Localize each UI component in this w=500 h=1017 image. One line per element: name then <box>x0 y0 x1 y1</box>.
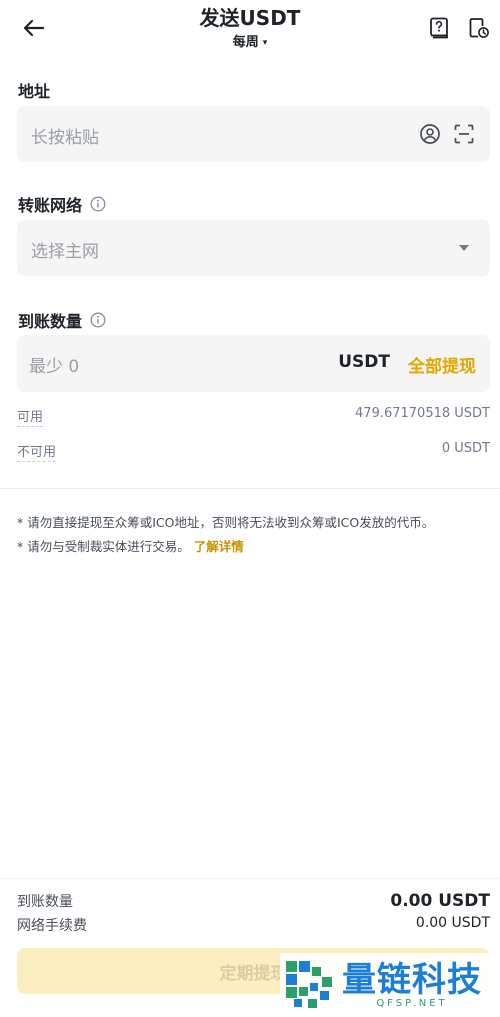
note-sanctions: * 请勿与受制裁实体进行交易。 了解详情 <box>17 535 490 559</box>
frequency-label: 每周 <box>232 35 259 50</box>
network-fee-label: 网络手续费 <box>17 918 87 934</box>
watermark-text: 量链科技 <box>342 959 482 1000</box>
address-book-icon[interactable] <box>418 122 442 146</box>
available-row: 可用 479.67170518 USDT <box>17 406 490 427</box>
amount-label-text: 到账数量 <box>18 312 83 331</box>
address-label-text: 地址 <box>18 82 51 101</box>
watermark-domain: QFSP.NET <box>376 997 448 1009</box>
network-fee-value: 0.00 USDT <box>415 915 490 931</box>
network-fee-row: 网络手续费 0.00 USDT <box>17 915 490 937</box>
caret-down-icon <box>452 236 476 260</box>
info-icon[interactable] <box>90 312 106 328</box>
network-placeholder: 选择主网 <box>31 242 99 262</box>
unavailable-row: 不可用 0 USDT <box>17 441 490 462</box>
note-sanctions-text: * 请勿与受制裁实体进行交易。 <box>17 539 190 554</box>
receive-amount-label: 到账数量 <box>17 894 73 910</box>
warning-notes: * 请勿直接提现至众筹或ICO地址，否则将无法收到众筹或ICO发放的代币。 * … <box>17 511 490 559</box>
info-icon[interactable] <box>90 196 106 212</box>
learn-more-link[interactable]: 了解详情 <box>194 539 244 554</box>
network-select[interactable]: 选择主网 <box>17 220 490 276</box>
address-label: 地址 <box>18 78 50 102</box>
page-title: 发送USDT <box>199 6 301 30</box>
top-bar: 发送USDT 每周 ▾ <box>0 0 500 60</box>
unavailable-value: 0 USDT <box>441 441 490 456</box>
amount-label: 到账数量 <box>18 308 106 332</box>
back-arrow-icon[interactable] <box>18 14 50 42</box>
amount-unit: USDT <box>338 352 390 372</box>
scan-icon[interactable] <box>452 122 476 146</box>
caret-down-icon: ▾ <box>262 38 268 48</box>
available-value: 479.67170518 USDT <box>355 406 490 421</box>
history-icon[interactable] <box>466 15 492 41</box>
divider <box>0 878 500 879</box>
receive-amount-value: 0.00 USDT <box>390 891 490 911</box>
frequency-selector[interactable]: 每周 ▾ <box>233 34 268 52</box>
watermark-logo-icon <box>286 961 332 1008</box>
divider <box>0 488 500 489</box>
watermark: 量链科技 QFSP.NET <box>280 953 500 1015</box>
address-placeholder: 长按粘贴 <box>31 128 99 148</box>
unavailable-label[interactable]: 不可用 <box>17 441 57 462</box>
receive-amount-row: 到账数量 0.00 USDT <box>17 891 490 913</box>
address-input[interactable]: 长按粘贴 <box>17 106 490 162</box>
network-label-text: 转账网络 <box>18 196 83 215</box>
help-book-icon[interactable] <box>426 15 452 41</box>
amount-input[interactable]: 最少 0 USDT 全部提现 <box>17 335 490 392</box>
withdraw-all-button[interactable]: 全部提现 <box>408 352 476 377</box>
amount-placeholder: 最少 0 <box>29 357 80 377</box>
network-label: 转账网络 <box>18 192 106 216</box>
available-label: 可用 <box>17 406 44 427</box>
note-ico: * 请勿直接提现至众筹或ICO地址，否则将无法收到众筹或ICO发放的代币。 <box>17 515 435 530</box>
title-block: 发送USDT 每周 ▾ <box>150 5 350 52</box>
